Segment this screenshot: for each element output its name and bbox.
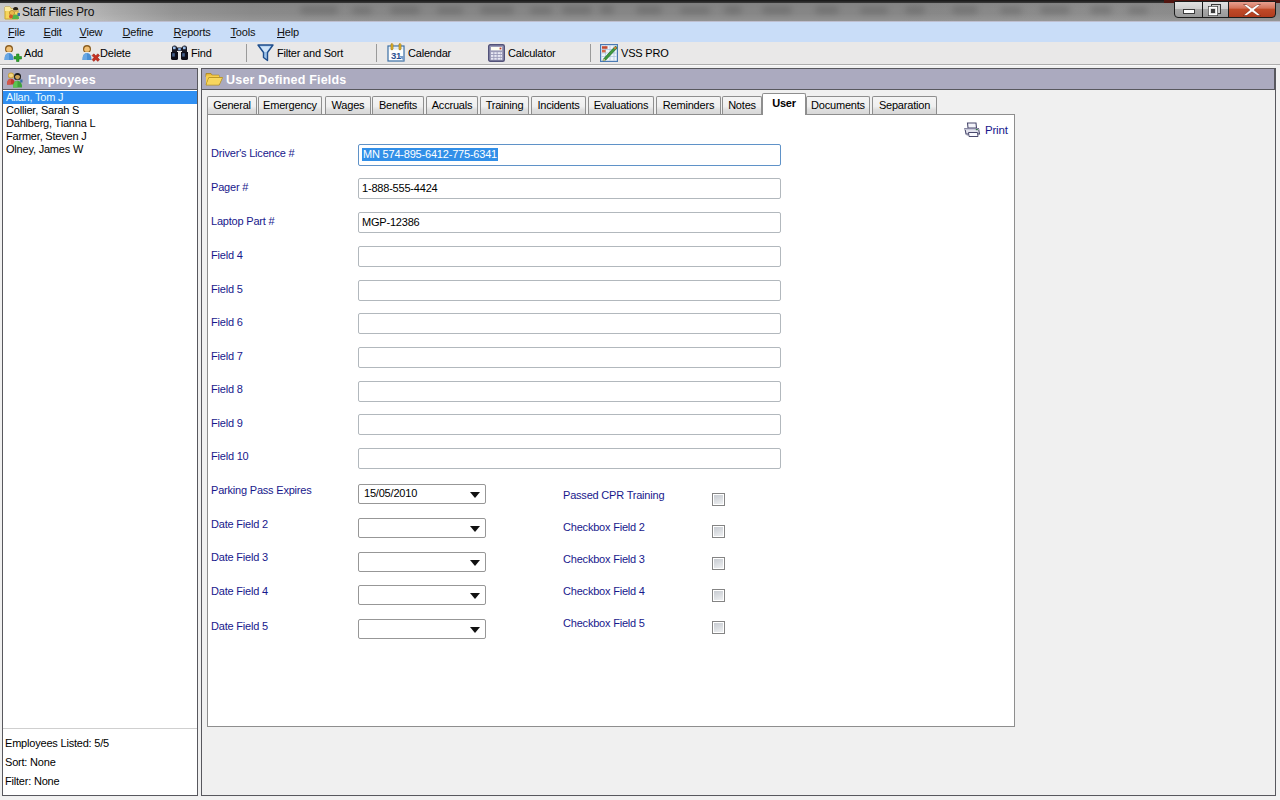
svg-text:31: 31 [391, 50, 402, 61]
